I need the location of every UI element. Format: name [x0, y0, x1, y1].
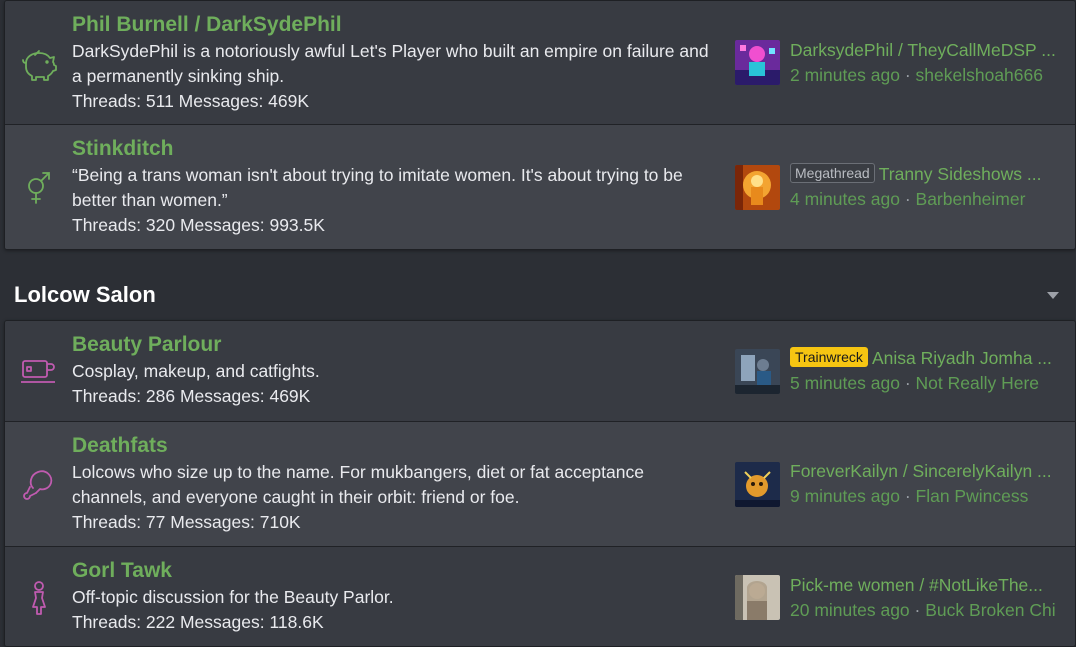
node-description: Off-topic discussion for the Beauty Parl…: [72, 587, 394, 607]
female-figure-icon: [17, 547, 61, 646]
mug-icon: [17, 321, 61, 421]
latest-user[interactable]: Flan Pwincess: [916, 486, 1029, 506]
avatar[interactable]: [735, 40, 780, 85]
node-title[interactable]: Gorl Tawk: [72, 557, 722, 585]
node-stats: Threads: 320 Messages: 993.5K: [72, 215, 325, 235]
latest-thread-link[interactable]: ForeverKailyn / SincerelyKailyn ...: [790, 461, 1052, 481]
latest-post: Megathread Tranny Sideshows ... 4 minutes…: [735, 125, 1073, 249]
forum-node-list: Phil Burnell / DarkSydePhil DarkSydePhil…: [4, 0, 1076, 250]
prefix-label[interactable]: Trainwreck: [790, 347, 868, 367]
avatar[interactable]: [735, 348, 780, 394]
node-description: DarkSydePhil is a notoriously awful Let'…: [72, 41, 709, 86]
latest-time[interactable]: 2 minutes ago: [790, 65, 900, 85]
avatar[interactable]: [735, 164, 780, 210]
latest-post: Trainwreck Anisa Riyadh Jomha ... 5 minut…: [735, 321, 1073, 421]
latest-time[interactable]: 4 minutes ago: [790, 189, 900, 209]
node-title[interactable]: Phil Burnell / DarkSydePhil: [72, 11, 722, 39]
forum-node: Deathfats Lolcows who size up to the nam…: [5, 422, 1075, 547]
node-stats: Threads: 222 Messages: 118.6K: [72, 612, 324, 632]
latest-user[interactable]: shekelshoah666: [916, 65, 1043, 85]
latest-thread-link[interactable]: Pick-me women / #NotLikeThe...: [790, 575, 1043, 595]
prefix-label[interactable]: Megathread: [790, 163, 875, 183]
latest-post: ForeverKailyn / SincerelyKailyn ... 9 mi…: [735, 422, 1073, 546]
node-stats: Threads: 511 Messages: 469K: [72, 91, 310, 111]
latest-time[interactable]: 5 minutes ago: [790, 373, 900, 393]
latest-post: Pick-me women / #NotLikeThe... 20 minute…: [735, 547, 1073, 646]
node-description: Lolcows who size up to the name. For muk…: [72, 462, 644, 507]
node-description: “Being a trans woman isn't about trying …: [72, 165, 683, 210]
node-stats: Threads: 77 Messages: 710K: [72, 512, 301, 532]
node-title[interactable]: Deathfats: [72, 432, 722, 460]
piggy-bank-icon: [17, 1, 61, 124]
node-stats: Threads: 286 Messages: 469K: [72, 386, 311, 406]
avatar[interactable]: [735, 575, 780, 620]
forum-node: Beauty Parlour Cosplay, makeup, and catf…: [5, 321, 1075, 422]
latest-thread-link[interactable]: Tranny Sideshows ...: [879, 164, 1042, 184]
forum-node-list: Beauty Parlour Cosplay, makeup, and catf…: [4, 320, 1076, 647]
forum-node: Gorl Tawk Off-topic discussion for the B…: [5, 547, 1075, 646]
latest-post: DarksydePhil / TheyCallMeDSP ... 2 minut…: [735, 1, 1073, 124]
meta-separator: ·: [904, 64, 911, 85]
latest-user[interactable]: Barbenheimer: [916, 189, 1026, 209]
latest-thread-link[interactable]: DarksydePhil / TheyCallMeDSP ...: [790, 40, 1056, 60]
category-title[interactable]: Lolcow Salon: [14, 282, 156, 307]
meta-separator: ·: [904, 373, 911, 393]
forum-node: Phil Burnell / DarkSydePhil DarkSydePhil…: [5, 1, 1075, 125]
meta-separator: ·: [904, 189, 911, 209]
avatar[interactable]: [735, 461, 780, 507]
forum-node: Stinkditch “Being a trans woman isn't ab…: [5, 125, 1075, 249]
node-title[interactable]: Beauty Parlour: [72, 331, 722, 359]
meta-separator: ·: [904, 486, 911, 506]
latest-time[interactable]: 9 minutes ago: [790, 486, 900, 506]
caret-down-icon[interactable]: [1044, 286, 1062, 304]
node-title[interactable]: Stinkditch: [72, 135, 722, 163]
category-header: Lolcow Salon: [14, 280, 1062, 310]
latest-time[interactable]: 20 minutes ago: [790, 600, 910, 620]
gender-symbol-icon: [17, 125, 61, 249]
meta-separator: ·: [914, 599, 921, 620]
latest-thread-link[interactable]: Anisa Riyadh Jomha ...: [872, 348, 1052, 368]
latest-user[interactable]: Buck Broken Chi: [925, 600, 1055, 620]
latest-user[interactable]: Not Really Here: [916, 373, 1040, 393]
drumstick-icon: [17, 422, 61, 546]
node-description: Cosplay, makeup, and catfights.: [72, 361, 320, 381]
